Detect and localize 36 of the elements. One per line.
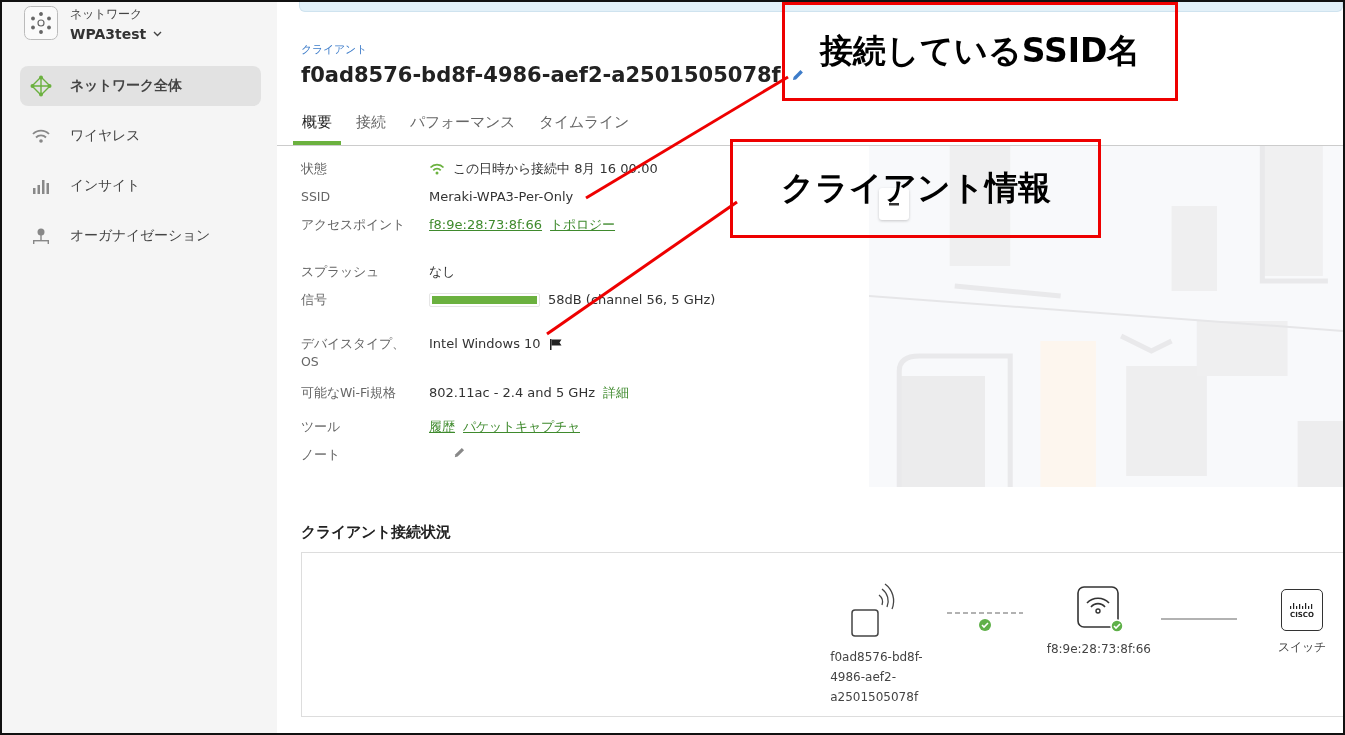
field-label: ツール [301,418,341,436]
link[interactable]: トポロジー [550,216,616,234]
link[interactable]: 履歴 [429,418,455,436]
access-point-name: f8:9e:28:73:8f:66 [1046,641,1151,658]
field-value: Meraki-WPA3-Per-Only [429,188,574,206]
link[interactable]: パケットキャプチャ [463,418,580,436]
tab[interactable]: タイムライン [530,101,638,145]
field-label: 状態 [301,160,328,178]
details-link[interactable]: 詳細 [603,384,630,402]
field-value: なし [429,263,455,281]
callout-label: クライアント情報 [730,139,1101,238]
field-value: 802.11ac - 2.4 and 5 GHz [429,384,596,402]
client-name: f0ad8576-bd8f- 4986-aef2- a2501505078f [830,649,923,706]
field-label: 信号 [301,291,328,309]
field-label: デバイスタイプ、OS [301,335,405,371]
section-title: クライアント接続状況 [301,523,452,542]
field-label: SSID [301,188,332,206]
field-value: Intel Windows 10 [429,335,541,353]
field-label: ノート [301,446,341,464]
sidebar-item[interactable]: ワイヤレス [20,116,261,156]
field-label: 可能なWi-Fi規格 [301,384,397,402]
switch-name: スイッチ [1278,639,1326,656]
field-label: スプラッシュ [301,263,380,281]
link[interactable]: f8:9e:28:73:8f:66 [429,216,543,234]
sidebar-item[interactable]: ネットワーク全体 [20,66,261,106]
callout-label: 接続しているSSID名 [782,2,1178,101]
sidebar-item[interactable]: インサイト [20,166,261,206]
tab[interactable]: パフォーマンス [401,101,524,145]
tab[interactable]: 概要 [293,101,341,145]
field-label: アクセスポイント [301,216,405,234]
client-title: f0ad8576-bd8f-4986-aef2-a2501505078f [301,63,781,87]
breadcrumb-link[interactable]: クライアント [301,43,367,56]
network-label: ネットワーク [70,6,143,23]
sidebar-item[interactable]: オーガナイゼーション [20,216,261,256]
tab[interactable]: 接続 [347,101,395,145]
network-selector[interactable]: WPA3test [70,26,163,42]
